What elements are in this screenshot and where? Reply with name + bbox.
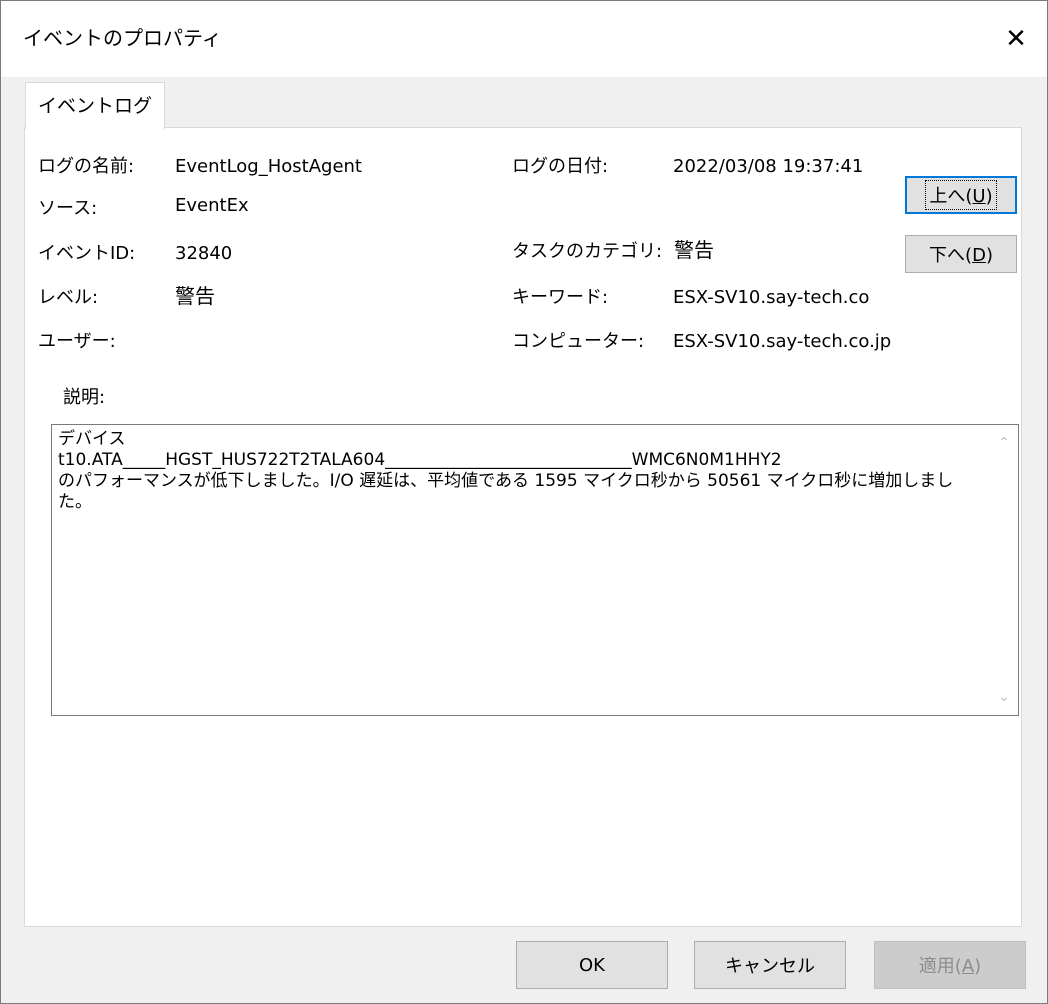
up-button-label: 上へ( — [929, 186, 973, 207]
down-button-accesskey: D — [972, 245, 986, 266]
down-button-label: 下へ( — [929, 245, 973, 266]
apply-button[interactable]: 適用(A) — [874, 941, 1026, 989]
scroll-down-icon[interactable]: ⌄ — [994, 687, 1014, 707]
apply-button-label: 適用( — [918, 956, 962, 977]
task-category-value: 警告 — [674, 238, 714, 262]
log-date-value: 2022/03/08 19:37:41 — [673, 156, 864, 177]
log-name-value: EventLog_HostAgent — [175, 156, 362, 177]
task-category-label: タスクのカテゴリ: — [512, 241, 663, 262]
keyword-value: ESX-SV10.say-tech.co — [673, 287, 870, 308]
log-date-label: ログの日付: — [512, 156, 609, 177]
down-button[interactable]: 下へ(D) — [905, 235, 1017, 273]
computer-label: コンピューター: — [512, 331, 645, 352]
title-bar: イベントのプロパティ ✕ — [1, 1, 1047, 77]
apply-button-label-tail: ) — [974, 956, 982, 977]
source-label: ソース: — [38, 198, 98, 219]
event-id-label: イベントID: — [38, 243, 136, 264]
event-properties-dialog: イベントのプロパティ ✕ イベントログ ログの名前: EventLog_Host… — [0, 0, 1048, 1004]
user-label: ユーザー: — [38, 331, 116, 352]
computer-value: ESX-SV10.say-tech.co.jp — [673, 331, 892, 352]
level-value: 警告 — [175, 284, 215, 308]
cancel-button-label: キャンセル — [725, 956, 815, 977]
event-id-value: 32840 — [175, 243, 233, 264]
description-label: 説明: — [63, 387, 106, 408]
source-value: EventEx — [175, 195, 249, 216]
tab-event-log[interactable]: イベントログ — [25, 82, 165, 129]
log-name-label: ログの名前: — [38, 156, 135, 177]
apply-button-accesskey: A — [961, 956, 975, 977]
scroll-up-icon[interactable]: ⌃ — [994, 433, 1014, 453]
down-button-label-tail: ) — [985, 245, 993, 266]
cancel-button[interactable]: キャンセル — [694, 941, 846, 989]
keyword-label: キーワード: — [512, 287, 609, 308]
ok-button-label: OK — [579, 954, 605, 976]
level-label: レベル: — [38, 287, 99, 308]
up-button[interactable]: 上へ(U) — [905, 176, 1017, 214]
ok-button[interactable]: OK — [516, 941, 668, 989]
up-button-label-tail: ) — [985, 186, 993, 207]
description-textbox[interactable]: デバイス t10.ATA_____HGST_HUS722T2TALA604___… — [51, 424, 1019, 716]
up-button-accesskey: U — [972, 186, 986, 207]
description-text: デバイス t10.ATA_____HGST_HUS722T2TALA604___… — [58, 429, 954, 512]
window-title: イベントのプロパティ — [23, 26, 222, 50]
close-icon[interactable]: ✕ — [985, 1, 1047, 77]
